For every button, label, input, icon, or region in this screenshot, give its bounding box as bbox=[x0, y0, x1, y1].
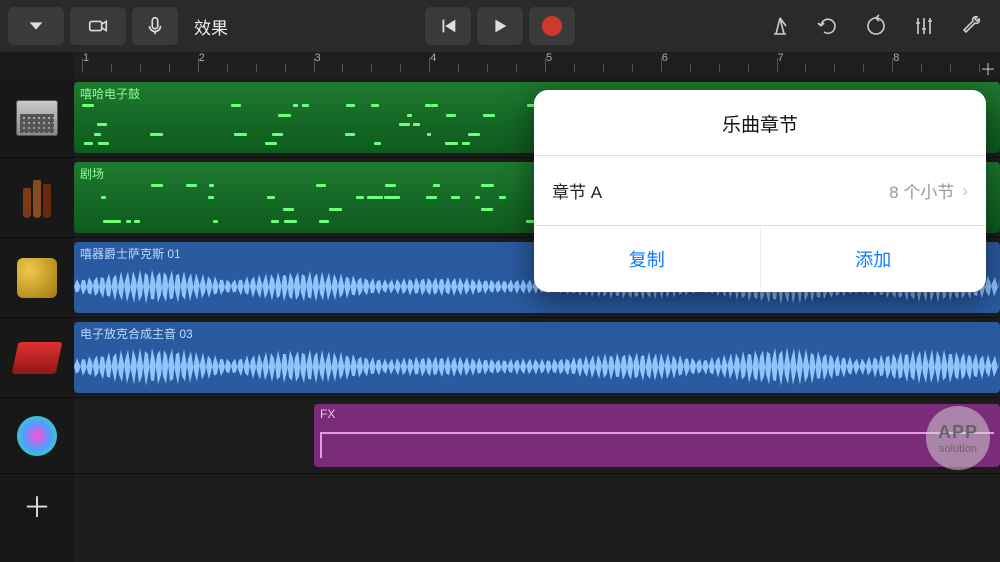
wm-line1: APP bbox=[938, 422, 978, 443]
copy-button[interactable]: 复制 bbox=[534, 226, 761, 292]
section-name: 章节 A bbox=[552, 178, 889, 203]
add-button[interactable]: 添加 bbox=[761, 226, 987, 292]
add-section-button[interactable]: ＋ bbox=[980, 56, 996, 80]
section-row[interactable]: 章节 A 8 个小节 › bbox=[534, 156, 986, 226]
keyboard-icon bbox=[15, 336, 59, 380]
fx-icon bbox=[17, 416, 57, 456]
watermark: APP solution bbox=[926, 406, 990, 470]
track-row[interactable]: 电子放克合成主音 03 bbox=[74, 318, 1000, 398]
fx-region[interactable]: FX bbox=[314, 404, 1000, 467]
add-track-button[interactable]: ＋ bbox=[0, 474, 74, 538]
timeline-ruler[interactable]: 12345678 bbox=[74, 52, 1000, 78]
undo-icon[interactable] bbox=[816, 14, 840, 38]
toolbar-right bbox=[768, 14, 984, 38]
top-toolbar: 效果 bbox=[0, 0, 1000, 52]
drum-machine-icon bbox=[16, 100, 58, 136]
strings-icon bbox=[17, 178, 57, 218]
region-label: 电子放克合成主音 03 bbox=[74, 322, 1000, 342]
transport-controls bbox=[425, 7, 575, 45]
track-header-4[interactable] bbox=[0, 398, 74, 474]
track-header-3[interactable] bbox=[0, 318, 74, 398]
track-header-2[interactable] bbox=[0, 238, 74, 318]
mixer-icon[interactable] bbox=[912, 14, 936, 38]
track-header-0[interactable] bbox=[0, 78, 74, 158]
play-button[interactable] bbox=[477, 7, 523, 45]
track-header-1[interactable] bbox=[0, 158, 74, 238]
audio-region[interactable]: 电子放克合成主音 03 bbox=[74, 322, 1000, 393]
chevron-right-icon: › bbox=[962, 181, 968, 201]
popover-title: 乐曲章节 bbox=[534, 90, 986, 156]
song-sections-popover: 乐曲章节 章节 A 8 个小节 › 复制 添加 bbox=[534, 90, 986, 292]
record-icon bbox=[542, 16, 562, 36]
track-header-column: ＋ bbox=[0, 78, 74, 562]
region-label: FX bbox=[314, 404, 1000, 421]
wm-line2: solution bbox=[939, 443, 977, 455]
section-bars: 8 个小节 bbox=[889, 178, 954, 203]
fx-label[interactable]: 效果 bbox=[184, 14, 238, 39]
popover-actions: 复制 添加 bbox=[534, 226, 986, 292]
camera-button[interactable] bbox=[70, 7, 126, 45]
mic-button[interactable] bbox=[132, 7, 178, 45]
rewind-button[interactable] bbox=[425, 7, 471, 45]
settings-wrench-icon[interactable] bbox=[960, 14, 984, 38]
loop-icon[interactable] bbox=[864, 14, 888, 38]
view-mode-button[interactable] bbox=[8, 7, 64, 45]
metronome-icon[interactable] bbox=[768, 14, 792, 38]
brass-icon bbox=[17, 258, 57, 298]
track-row[interactable]: FX bbox=[74, 398, 1000, 474]
record-button[interactable] bbox=[529, 7, 575, 45]
